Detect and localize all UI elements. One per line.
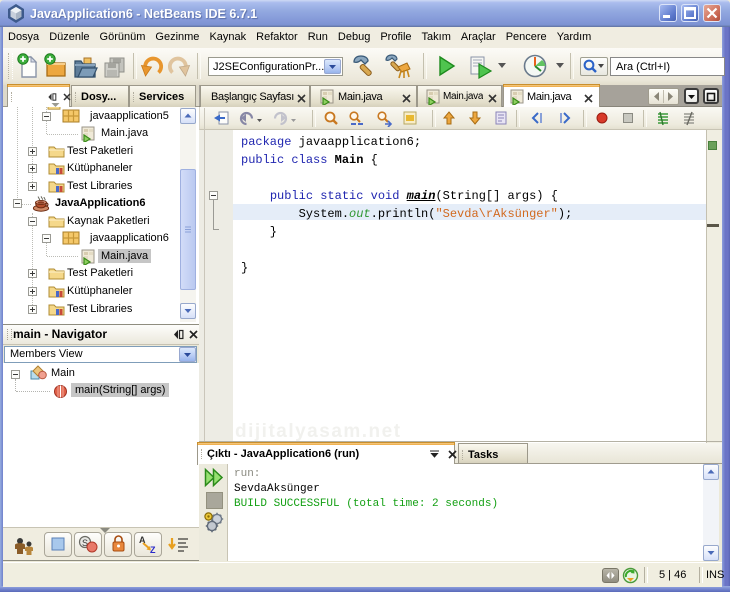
svg-text:Z: Z [150,545,156,555]
